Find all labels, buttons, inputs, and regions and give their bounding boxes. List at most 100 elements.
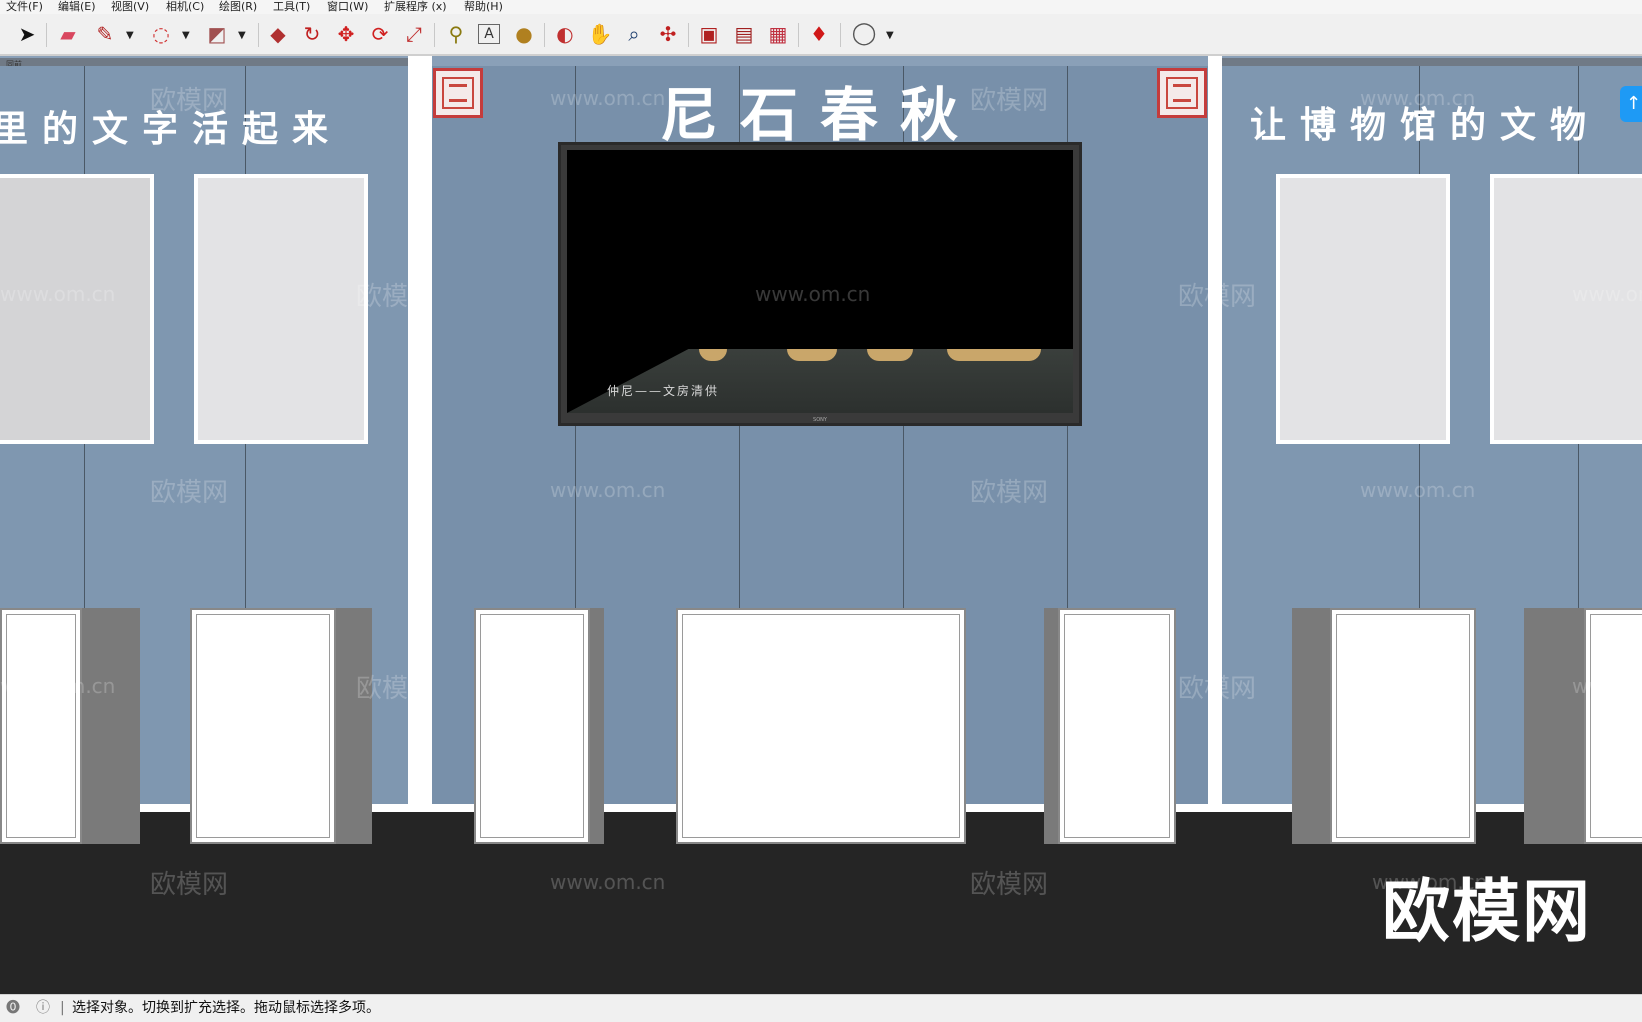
text-tool-icon[interactable]: A — [478, 24, 500, 44]
status-message: 选择对象。切换到扩充选择。拖动鼠标选择多项。 — [72, 1000, 380, 1016]
menu-file[interactable]: 文件(F) — [6, 0, 43, 14]
watermark: 欧模网 — [970, 86, 1049, 116]
display-pedestal — [474, 608, 604, 844]
toolbar-separator — [798, 23, 799, 47]
watermark: 欧模网 — [150, 478, 229, 508]
ruby-console-icon[interactable]: ♦ — [806, 21, 832, 47]
pedestal-side — [588, 608, 604, 844]
shape-dropdown-icon[interactable]: ▼ — [238, 30, 246, 41]
watermark: 欧模网 — [150, 870, 229, 900]
scroll-top-button[interactable]: ↑ — [1620, 86, 1642, 122]
display-pedestal — [190, 608, 372, 844]
toolbar-separator — [46, 23, 47, 47]
watermark: 欧模网 — [1178, 282, 1257, 312]
watermark: www.om.cn — [1572, 282, 1642, 306]
display-pedestal — [1292, 608, 1476, 844]
pedestal-front — [1330, 608, 1476, 844]
display-pedestal — [0, 608, 140, 844]
orbit-tool-icon[interactable]: ◐ — [552, 21, 578, 47]
watermark: www.om.cn — [1360, 478, 1476, 502]
shape-tool-icon[interactable]: ◩ — [204, 21, 230, 47]
menu-window[interactable]: 窗口(W) — [327, 0, 368, 14]
pencil-tool-icon[interactable]: ✎ — [92, 21, 118, 47]
tv-subtitle: 仲尼——文房清供 — [607, 384, 720, 398]
toolbar-separator — [258, 23, 259, 47]
watermark: 欧模网 — [356, 282, 435, 312]
seal-stamp-right — [1157, 68, 1207, 118]
site-logo: 欧模网 — [1382, 873, 1593, 952]
tv-scene-object — [867, 349, 913, 361]
account-dropdown-icon[interactable]: ▼ — [886, 30, 894, 41]
watermark: www.om.cn — [550, 86, 666, 110]
extension-warehouse-icon[interactable]: ▤ — [731, 21, 757, 47]
main-toolbar: ➤ ▰ ✎ ▼ ◌ ▼ ◩ ▼ ◆ ↻ ✥ ⟳ ⤢ ⚲ A ● ◐ ✋ ⌕ ✣ … — [0, 14, 1642, 56]
menu-extensions[interactable]: 扩展程序 (x) — [384, 0, 447, 14]
watermark: 欧模网 — [970, 870, 1049, 900]
column-right — [1208, 56, 1222, 820]
3d-warehouse-icon[interactable]: ▣ — [696, 21, 722, 47]
scale-tool-icon[interactable]: ⤢ — [401, 21, 427, 47]
info-icon[interactable]: ⓘ — [36, 995, 50, 1022]
menu-edit[interactable]: 编辑(E) — [58, 0, 96, 14]
watermark: www.om.cn — [0, 282, 116, 306]
menu-camera[interactable]: 相机(C) — [166, 0, 204, 14]
column-left — [408, 56, 420, 820]
pan-tool-icon[interactable]: ✋ — [587, 21, 613, 47]
display-frame — [194, 174, 368, 444]
pedestal-side — [1292, 608, 1332, 844]
follow-me-icon[interactable]: ↻ — [299, 21, 325, 47]
watermark: 欧模网 — [150, 86, 229, 116]
paint-bucket-icon[interactable]: ● — [511, 21, 537, 47]
toolbar-separator — [544, 23, 545, 47]
model-viewport[interactable]: 同前 里的文字活起来 尼石春秋 让博物馆的文物 仲尼——文房清供 SONY 欧模… — [0, 56, 1642, 994]
pedestal-side — [1524, 608, 1586, 844]
watermark: www.om.cn — [0, 674, 116, 698]
display-pedestal — [676, 608, 966, 844]
rotate-tool-icon[interactable]: ⟳ — [367, 21, 393, 47]
pencil-dropdown-icon[interactable]: ▼ — [126, 30, 134, 41]
arc-dropdown-icon[interactable]: ▼ — [182, 30, 190, 41]
status-bar: ⓿ ⓘ | 选择对象。切换到扩充选择。拖动鼠标选择多项。 — [0, 994, 1642, 1022]
watermark: www.om.cn — [755, 282, 871, 306]
select-tool-icon[interactable]: ➤ — [14, 21, 40, 47]
tv-scene-object — [787, 349, 837, 361]
watermark: www.om.cn — [550, 478, 666, 502]
menu-draw[interactable]: 绘图(R) — [219, 0, 257, 14]
toolbar-separator — [688, 23, 689, 47]
toolbar-separator — [434, 23, 435, 47]
toolbar-separator — [840, 23, 841, 47]
geo-location-icon[interactable]: ⓿ — [6, 995, 20, 1022]
move-tool-icon[interactable]: ✥ — [333, 21, 359, 47]
pedestal-front — [676, 608, 966, 844]
watermark: www.om.cn — [755, 674, 871, 698]
watermark: www.om.cn — [550, 870, 666, 894]
pedestal-front — [190, 608, 336, 844]
menu-help[interactable]: 帮助(H) — [464, 0, 503, 14]
push-pull-icon[interactable]: ◆ — [265, 21, 291, 47]
layout-icon[interactable]: ▦ — [765, 21, 791, 47]
pedestal-front — [0, 608, 82, 844]
menu-tools[interactable]: 工具(T) — [273, 0, 310, 14]
pedestal-side — [334, 608, 372, 844]
watermark: 欧模网 — [970, 478, 1049, 508]
center-wall-title: 尼石春秋 — [660, 81, 981, 149]
zoom-tool-icon[interactable]: ⌕ — [621, 21, 647, 47]
display-frame — [1490, 174, 1642, 444]
ceiling-strip-left — [0, 58, 418, 66]
seal-stamp-left — [433, 68, 483, 118]
status-divider: | — [60, 1000, 65, 1016]
tv-brand: SONY — [813, 417, 827, 423]
zoom-extents-icon[interactable]: ✣ — [655, 21, 681, 47]
watermark: 欧模网 — [356, 674, 435, 704]
tape-measure-icon[interactable]: ⚲ — [443, 21, 469, 47]
watermark: 欧模网 — [1178, 674, 1257, 704]
tv-scene-object — [947, 349, 1041, 361]
display-frame — [0, 174, 154, 444]
account-icon[interactable]: ◯ — [851, 21, 877, 47]
arc-tool-icon[interactable]: ◌ — [148, 21, 174, 47]
pedestal-front — [474, 608, 590, 844]
watermark: www.om.cn — [1360, 86, 1476, 110]
menu-view[interactable]: 视图(V) — [111, 0, 149, 14]
pedestal-side — [82, 608, 140, 844]
eraser-tool-icon[interactable]: ▰ — [55, 21, 81, 47]
